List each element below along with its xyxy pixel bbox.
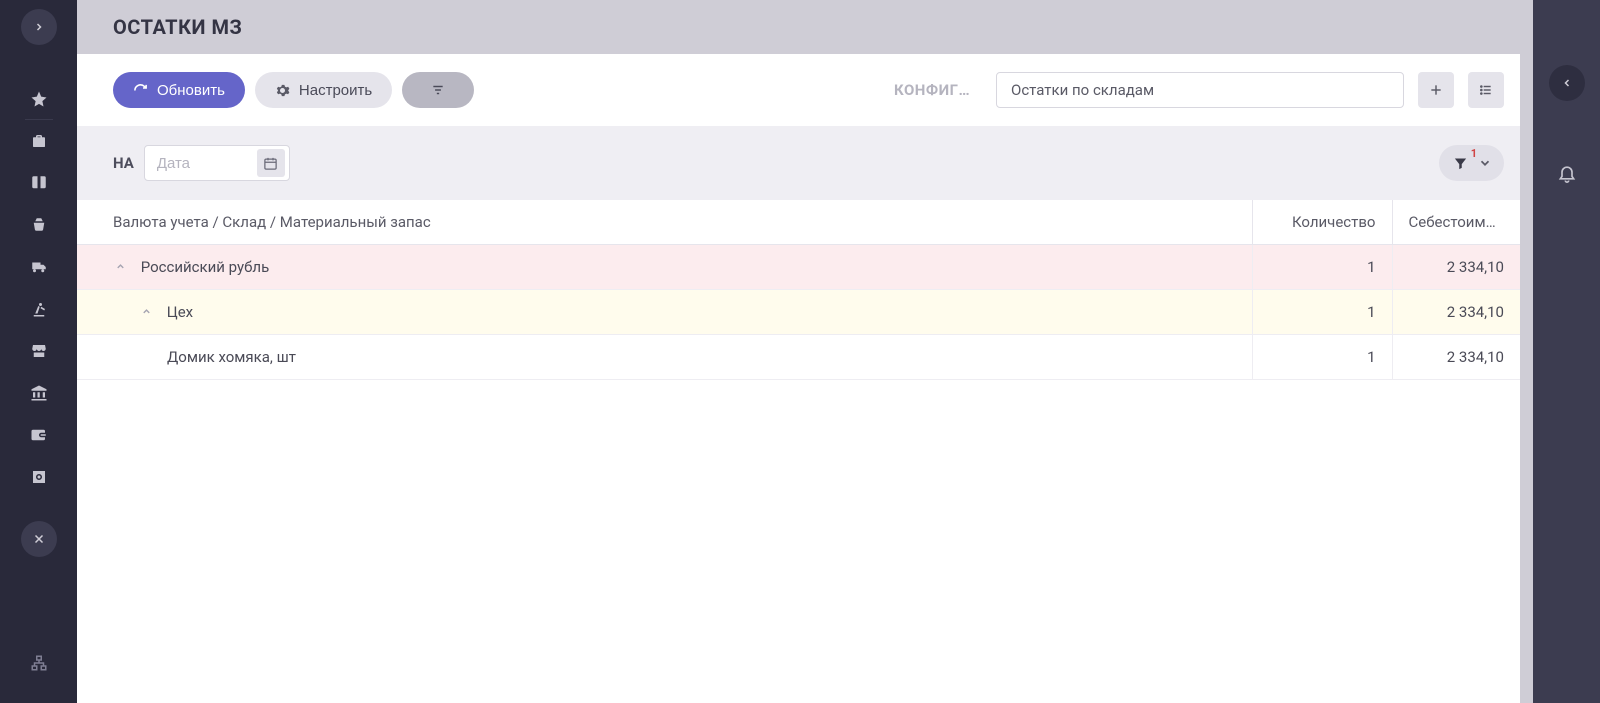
page-title: ОСТАТКИ МЗ xyxy=(113,15,242,39)
chevron-up-icon xyxy=(141,306,152,317)
sidebar-item-favorites[interactable] xyxy=(13,79,65,119)
row-label: Российский рубль xyxy=(141,258,270,276)
star-icon xyxy=(30,90,48,108)
sidebar-item-store[interactable] xyxy=(13,331,65,371)
right-sidebar xyxy=(1533,0,1600,703)
sidebar-item-sitemap[interactable] xyxy=(13,643,65,683)
col-header-group[interactable]: Валюта учета / Склад / Материальный запа… xyxy=(77,200,1252,245)
page-title-bar: ОСТАТКИ МЗ xyxy=(77,0,1533,54)
sidebar-item-settings[interactable] xyxy=(13,457,65,497)
bell-icon xyxy=(1557,163,1577,183)
sidebar-item-wallet[interactable] xyxy=(13,415,65,455)
row-cost: 2 334,10 xyxy=(1392,335,1520,380)
truck-icon xyxy=(29,258,49,276)
row-collapse-toggle[interactable] xyxy=(139,305,153,319)
more-options-button[interactable] xyxy=(402,72,474,108)
filter-button[interactable]: 1 xyxy=(1453,156,1468,171)
row-label: Цех xyxy=(167,303,193,321)
config-section-label: КОНФИГУРАЦИЯ xyxy=(894,81,974,99)
calendar-icon xyxy=(263,156,278,171)
date-input[interactable] xyxy=(157,155,251,172)
page: ОСТАТКИ МЗ Обновить Настроить КОНФИГУРАЦ… xyxy=(77,0,1533,703)
gear-icon xyxy=(275,83,290,98)
left-sidebar xyxy=(0,0,77,703)
basket-icon xyxy=(30,216,48,234)
sidebar-item-book[interactable] xyxy=(13,163,65,203)
filter-bar: НА 1 xyxy=(77,126,1520,200)
row-qty: 1 xyxy=(1252,290,1392,335)
date-input-wrapper xyxy=(144,145,290,181)
gear-box-icon xyxy=(30,468,48,486)
config-select[interactable]: Остатки по складам xyxy=(996,72,1404,108)
wallet-icon xyxy=(30,426,48,444)
table-container: Валюта учета / Склад / Материальный запа… xyxy=(77,200,1520,703)
filter-lines-icon xyxy=(430,83,446,97)
sidebar-item-robot[interactable] xyxy=(13,289,65,329)
configure-button[interactable]: Настроить xyxy=(255,72,392,108)
row-qty: 1 xyxy=(1252,335,1392,380)
config-select-value: Остатки по складам xyxy=(1011,81,1154,99)
filter-count-badge: 1 xyxy=(1471,147,1477,160)
row-cost: 2 334,10 xyxy=(1392,245,1520,290)
table-row[interactable]: Домик хомяка, шт 1 2 334,10 xyxy=(77,335,1520,380)
bank-icon xyxy=(30,384,48,402)
row-qty: 1 xyxy=(1252,245,1392,290)
sidebar-item-truck[interactable] xyxy=(13,247,65,287)
filter-controls: 1 xyxy=(1439,145,1504,181)
row-label: Домик хомяка, шт xyxy=(167,348,296,366)
date-picker-button[interactable] xyxy=(257,149,285,177)
notifications-button[interactable] xyxy=(1557,163,1577,183)
chevron-down-icon xyxy=(1478,156,1492,170)
sidebar-item-bank[interactable] xyxy=(13,373,65,413)
row-cost: 2 334,10 xyxy=(1392,290,1520,335)
list-config-button[interactable] xyxy=(1468,72,1504,108)
refresh-button-label: Обновить xyxy=(157,82,225,99)
chevron-up-icon xyxy=(115,261,126,272)
close-icon xyxy=(33,533,45,545)
col-header-quantity[interactable]: Количество xyxy=(1252,200,1392,245)
filter-expand-button[interactable] xyxy=(1478,156,1492,170)
row-collapse-toggle[interactable] xyxy=(113,260,127,274)
sidebar-item-briefcase[interactable] xyxy=(13,121,65,161)
configure-button-label: Настроить xyxy=(299,82,372,99)
expand-sidebar-button[interactable] xyxy=(21,9,57,45)
sidebar-nav xyxy=(0,79,77,499)
sidebar-close-button[interactable] xyxy=(21,521,57,557)
content-area: Обновить Настроить КОНФИГУРАЦИЯ Остатки … xyxy=(77,54,1520,703)
funnel-icon xyxy=(1453,156,1468,171)
table-row[interactable]: Российский рубль 1 2 334,10 xyxy=(77,245,1520,290)
col-header-cost[interactable]: Себестоимо… xyxy=(1392,200,1520,245)
chevron-right-icon xyxy=(33,21,45,33)
store-icon xyxy=(30,342,48,360)
sidebar-item-basket[interactable] xyxy=(13,205,65,245)
plus-icon xyxy=(1429,83,1443,97)
sitemap-icon xyxy=(30,654,48,672)
filter-on-label: НА xyxy=(113,154,134,172)
table-row[interactable]: Цех 1 2 334,10 xyxy=(77,290,1520,335)
refresh-icon xyxy=(133,83,148,98)
balances-table: Валюта учета / Склад / Материальный запа… xyxy=(77,200,1520,380)
robot-arm-icon xyxy=(30,300,48,318)
refresh-button[interactable]: Обновить xyxy=(113,72,245,108)
add-config-button[interactable] xyxy=(1418,72,1454,108)
toolbar: Обновить Настроить КОНФИГУРАЦИЯ Остатки … xyxy=(77,54,1520,126)
chevron-left-icon xyxy=(1561,77,1573,89)
briefcase-icon xyxy=(30,132,48,150)
book-icon xyxy=(30,174,48,192)
collapse-right-panel-button[interactable] xyxy=(1549,65,1585,101)
list-icon xyxy=(1479,83,1493,97)
table-header-row: Валюта учета / Склад / Материальный запа… xyxy=(77,200,1520,245)
